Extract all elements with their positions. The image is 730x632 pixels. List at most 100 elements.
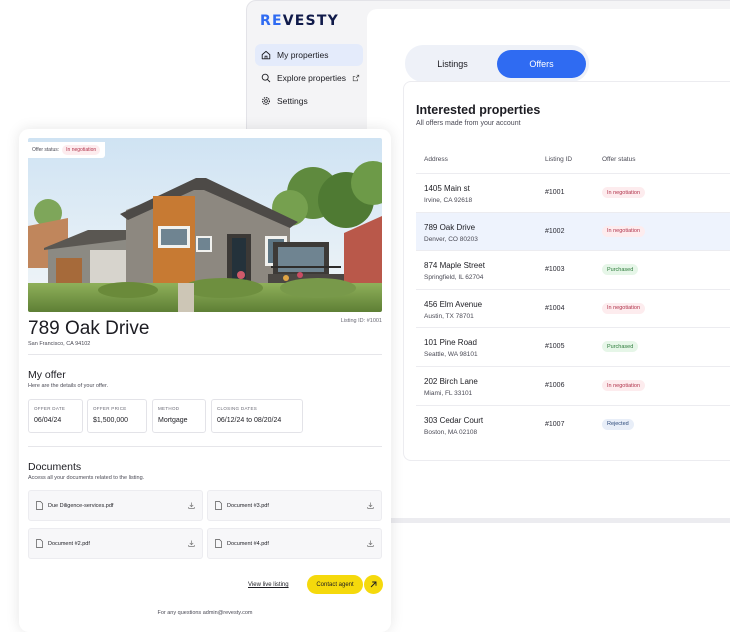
document-item[interactable]: Document #3.pdf [207, 490, 382, 521]
row-street: 303 Cedar Court [424, 415, 484, 425]
tab-listings[interactable]: Listings [408, 50, 497, 78]
download-icon[interactable] [367, 502, 374, 509]
row-street: 1405 Main st [424, 184, 470, 193]
file-icon [215, 501, 222, 510]
row-listing-id: #1006 [545, 382, 565, 389]
closing-dates-value: 06/12/24 to 08/20/24 [217, 417, 282, 424]
row-listing-id: #1002 [545, 227, 565, 235]
home-icon [261, 50, 271, 60]
column-header-address[interactable]: Address [424, 156, 448, 163]
main-content: Listings Offers Interested properties Al… [367, 9, 730, 522]
status-badge: Rejected [602, 418, 634, 430]
sidebar-item-label: My properties [277, 50, 329, 60]
document-name: Document #2.pdf [48, 540, 90, 547]
footer-contact-text: For any questions admin@revesty.com [157, 610, 253, 616]
status-badge: In negotiation [602, 302, 646, 314]
offer-date-box: Offer date 06/04/24 [28, 399, 83, 433]
file-icon [36, 539, 43, 548]
row-listing-id: #1005 [545, 343, 565, 351]
sidebar-item-label: Explore properties [277, 73, 346, 83]
method-label: Method [158, 406, 180, 411]
offer-date-label: Offer date [34, 406, 66, 411]
sidebar-item-explore-properties[interactable]: Explore properties [255, 67, 363, 89]
status-badge: In negotiation [602, 225, 646, 237]
row-city: Boston, MA 02108 [424, 428, 478, 436]
file-icon [215, 539, 222, 548]
status-badge: Purchased [602, 341, 639, 353]
offer-status-line: Offer status: In negotiation [28, 142, 106, 158]
closing-dates-label: Closing dates [217, 406, 258, 411]
sidebar-item-my-properties[interactable]: My properties [255, 44, 363, 66]
method-value: Mortgage [158, 417, 188, 424]
row-listing-id: #1004 [545, 304, 565, 312]
contact-agent-arrow-button[interactable] [364, 575, 383, 594]
table-row[interactable]: 202 Birch Lane Miami, FL 33101 #1006 In neg… [416, 366, 730, 405]
offer-status-badge: In negotiation [62, 145, 101, 155]
row-city: Denver, CO 80203 [424, 235, 478, 243]
closing-dates-box: Closing dates 06/12/24 to 08/20/24 [211, 399, 303, 433]
my-offer-subtitle: Here are the details of your offer. [28, 383, 108, 389]
row-city: Seattle, WA 98101 [424, 351, 478, 359]
property-city: San Francisco, CA 94102 [28, 341, 91, 347]
document-item[interactable]: Document #4.pdf [207, 528, 382, 559]
property-title: 789 Oak Drive [28, 318, 150, 339]
row-city: Springfield, IL 62704 [424, 274, 484, 282]
offer-status-label: Offer status: [32, 147, 60, 153]
column-header-offer-status[interactable]: Offer status [602, 156, 635, 163]
column-header-listing-id[interactable]: Listing ID [545, 156, 572, 163]
row-listing-id: #1007 [545, 420, 565, 428]
house-image [28, 138, 382, 312]
arrow-up-right-icon [370, 581, 377, 588]
status-badge: In negotiation [602, 380, 646, 391]
row-listing-id: #1001 [545, 189, 565, 196]
tab-switcher: Listings Offers [405, 45, 589, 82]
divider [28, 446, 382, 447]
document-name: Document #4.pdf [227, 540, 269, 547]
status-badge: Purchased [602, 264, 639, 276]
download-icon[interactable] [188, 502, 195, 509]
sidebar: REVESTY My properties Explore properties… [247, 1, 367, 131]
panel-subtitle: All offers made from your account [416, 120, 521, 127]
property-detail-card: Offer status: In negotiation Listing ID:… [19, 129, 391, 632]
row-city: Irvine, CA 92618 [424, 197, 473, 204]
table-row[interactable]: 874 Maple Street Springfield, IL 62704 #10… [416, 250, 730, 289]
offers-panel: Interested properties All offers made fr… [403, 81, 730, 461]
table-row[interactable]: 1405 Main st Irvine, CA 92618 #1001 In nego… [416, 173, 730, 212]
table-row[interactable]: 456 Elm Avenue Austin, TX 78701 #1004 In ne… [416, 288, 730, 328]
table-row[interactable]: 789 Oak Drive Denver, CO 80203 #1002 In neg… [416, 211, 730, 251]
panel-title: Interested properties [416, 103, 541, 117]
download-icon[interactable] [367, 540, 374, 547]
documents-subtitle: Access all your documents related to the… [28, 475, 145, 481]
gear-icon [261, 96, 271, 106]
row-street: 789 Oak Drive [424, 222, 476, 232]
offer-price-label: Offer price [93, 406, 127, 411]
row-street: 202 Birch Lane [424, 377, 478, 386]
table-row[interactable]: 303 Cedar Court Boston, MA 02108 #1007 Reje… [416, 404, 730, 444]
documents-title: Documents [28, 461, 82, 473]
view-live-listing-link[interactable]: View live listing [248, 582, 289, 588]
tab-offers[interactable]: Offers [497, 49, 586, 78]
offer-price-box: Offer price $1,500,000 [87, 399, 147, 433]
document-item[interactable]: Document #2.pdf [28, 528, 203, 559]
revesty-logo[interactable]: REVESTY [260, 13, 339, 29]
row-street: 874 Maple Street [424, 261, 485, 271]
table-row[interactable]: 101 Pine Road Seattle, WA 98101 #1005 Purch… [416, 327, 730, 366]
divider [28, 354, 382, 355]
offer-date-value: 06/04/24 [34, 417, 62, 424]
external-link-icon [352, 74, 360, 82]
offer-price-value: $1,500,000 [93, 417, 129, 424]
file-icon [36, 501, 43, 510]
contact-agent-button[interactable]: Contact agent [307, 575, 363, 594]
property-photo [28, 138, 382, 312]
document-name: Document #3.pdf [227, 502, 269, 509]
row-street: 456 Elm Avenue [424, 299, 483, 309]
document-name: Due Diligence-services.pdf [48, 502, 114, 509]
sidebar-item-settings[interactable]: Settings [255, 90, 363, 112]
row-city: Miami, FL 33101 [424, 390, 473, 397]
download-icon[interactable] [188, 540, 195, 547]
row-listing-id: #1003 [545, 266, 565, 274]
my-offer-title: My offer [28, 369, 66, 381]
document-item[interactable]: Due Diligence-services.pdf [28, 490, 203, 521]
row-street: 101 Pine Road [424, 338, 477, 348]
method-box: Method Mortgage [152, 399, 206, 433]
